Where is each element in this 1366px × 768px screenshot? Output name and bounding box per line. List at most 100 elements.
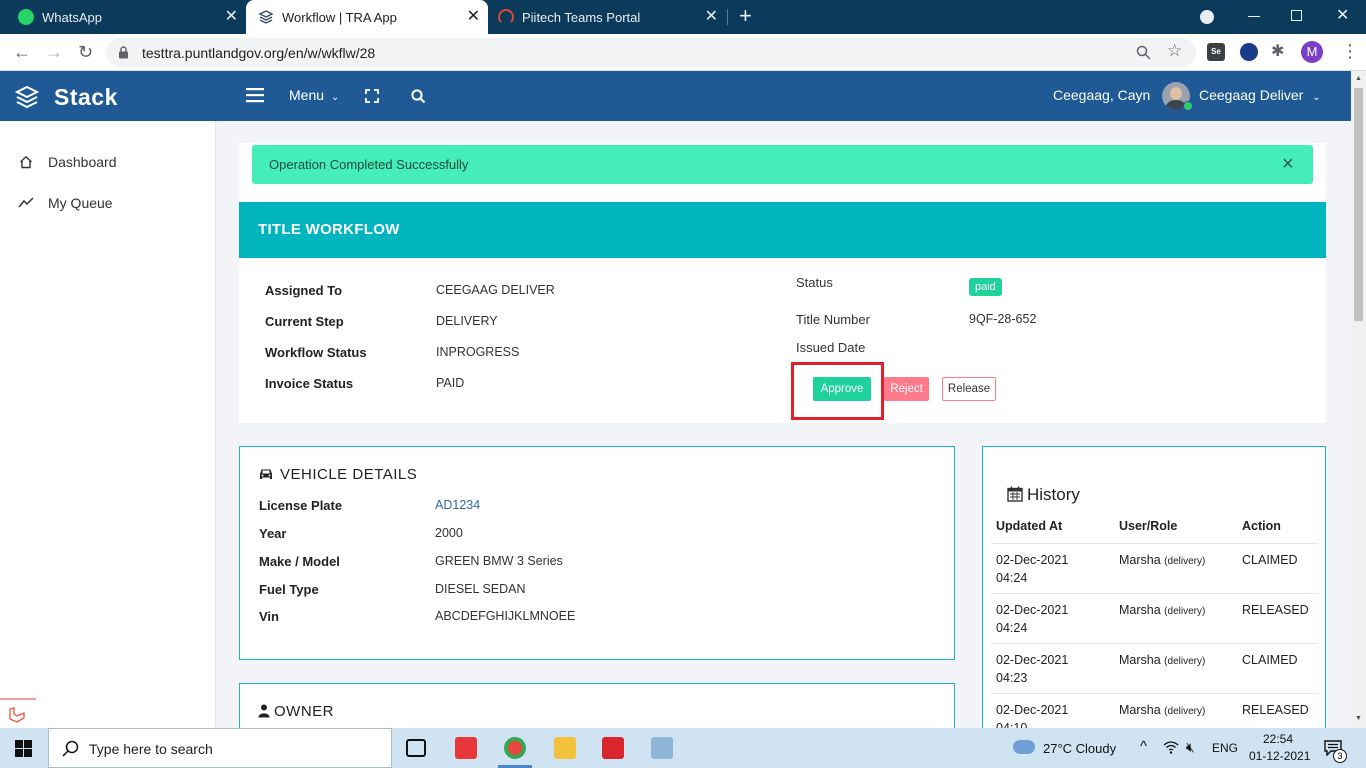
user-short-name[interactable]: Ceegaag, Cayn xyxy=(1053,87,1150,103)
search-icon xyxy=(62,740,79,757)
main-content: Operation Completed Successfully × TITLE… xyxy=(216,121,1351,728)
column-header[interactable]: User/Role xyxy=(1119,517,1177,535)
release-button[interactable]: Release xyxy=(942,377,996,401)
search-icon[interactable] xyxy=(411,89,426,104)
user-role-label: Ceegaag Deliver xyxy=(1199,87,1304,103)
history-user-role: (delivery) xyxy=(1164,606,1206,617)
reload-icon[interactable]: ↻ xyxy=(78,42,93,62)
close-icon[interactable]: ✕ xyxy=(705,9,718,25)
user-icon xyxy=(258,704,270,718)
history-panel: History Updated At User/Role Action 02-D… xyxy=(982,446,1326,728)
field-label: Workflow Status xyxy=(265,345,367,360)
history-time: 04:10 xyxy=(996,721,1028,728)
scroll-down-icon[interactable]: ▼ xyxy=(1355,715,1362,722)
address-bar[interactable]: testtra.puntlandgov.org/en/w/wkflw/28 ☆ xyxy=(106,38,1196,67)
wps-office-icon[interactable] xyxy=(602,737,624,759)
chevron-up-icon[interactable]: ^ xyxy=(1140,738,1147,755)
history-time: 04:23 xyxy=(996,671,1028,685)
taskbar-search-box[interactable]: Type here to search xyxy=(48,728,392,768)
status-label: Status xyxy=(796,275,833,290)
browser-tab-strip: WhatsApp ✕ Workflow | TRA App ✕ Piitech … xyxy=(0,0,1366,34)
window-close-icon[interactable]: ✕ xyxy=(1336,5,1349,25)
column-header[interactable]: Updated At xyxy=(996,517,1062,535)
weather-text[interactable]: 27°C Cloudy xyxy=(1043,741,1116,756)
lock-icon[interactable] xyxy=(118,46,129,59)
field-value: DELIVERY xyxy=(436,314,498,328)
owner-title: OWNER xyxy=(274,703,334,720)
extensions-puzzle-icon[interactable]: ✱ xyxy=(1271,43,1289,61)
user-role-dropdown[interactable]: Ceegaag Deliver ⌄ xyxy=(1199,87,1321,103)
reject-button[interactable]: Reject xyxy=(884,377,929,401)
star-icon[interactable]: ☆ xyxy=(1167,41,1182,61)
status-badge: paid xyxy=(969,278,1002,296)
sidebar: Dashboard My Queue xyxy=(0,121,216,728)
volume-muted-icon[interactable]: 🔇︎ xyxy=(1186,739,1195,756)
field-label: Current Step xyxy=(265,314,344,329)
clock-date[interactable]: 01-12-2021 xyxy=(1249,749,1310,763)
history-user: Marsha (delivery) xyxy=(1119,651,1205,671)
tab-piitech[interactable]: Piitech Teams Portal ✕ xyxy=(490,0,726,34)
chevron-down-icon: ⌄ xyxy=(1312,92,1321,103)
menu-dropdown[interactable]: Menu ⌄ xyxy=(289,87,339,103)
title-number-value: 9QF-28-652 xyxy=(969,312,1037,326)
history-user: Marsha (delivery) xyxy=(1119,601,1205,621)
chrome-icon[interactable] xyxy=(504,737,526,759)
new-tab-icon[interactable]: + xyxy=(739,5,752,27)
weather-cloud-icon[interactable] xyxy=(1013,740,1035,754)
history-action: CLAIMED xyxy=(1242,553,1298,567)
trend-icon xyxy=(18,197,34,208)
extension-se-icon[interactable]: Se xyxy=(1207,43,1225,61)
restore-icon[interactable] xyxy=(1291,10,1302,21)
clock-time[interactable]: 22:54 xyxy=(1263,732,1293,746)
tab-whatsapp[interactable]: WhatsApp ✕ xyxy=(0,0,246,34)
fullscreen-icon[interactable] xyxy=(365,89,379,103)
task-view-icon[interactable] xyxy=(406,739,426,757)
notepad-icon[interactable] xyxy=(651,737,673,759)
tab-workflow[interactable]: Workflow | TRA App ✕ xyxy=(246,0,488,34)
license-plate-link[interactable]: AD1234 xyxy=(435,498,480,512)
app-header: Stack Menu ⌄ Ceegaag, Cayn Ceegaag Deliv… xyxy=(0,71,1351,121)
close-icon[interactable]: ✕ xyxy=(467,9,480,25)
field-label: Fuel Type xyxy=(259,582,319,597)
history-user-role: (delivery) xyxy=(1164,556,1206,567)
history-action: CLAIMED xyxy=(1242,653,1298,667)
profile-avatar[interactable]: M xyxy=(1301,41,1323,63)
minimize-icon[interactable] xyxy=(1248,16,1260,17)
alert-message: Operation Completed Successfully xyxy=(269,157,469,172)
hamburger-icon[interactable] xyxy=(246,87,264,103)
network-icon[interactable] xyxy=(1163,741,1179,754)
tab-search-icon[interactable] xyxy=(1200,10,1214,24)
brand-name[interactable]: Stack xyxy=(54,84,118,111)
sidebar-item-my-queue[interactable]: My Queue xyxy=(18,193,113,213)
close-icon[interactable]: ✕ xyxy=(225,9,238,25)
laravel-debug-icon[interactable] xyxy=(0,698,36,728)
extension-shield-icon[interactable] xyxy=(1240,43,1258,61)
history-time: 04:24 xyxy=(996,621,1028,635)
forward-arrow-icon[interactable]: → xyxy=(45,42,63,62)
history-user-name: Marsha xyxy=(1119,653,1161,667)
browser-menu-icon[interactable]: ⋮ xyxy=(1341,41,1359,61)
anydesk-icon[interactable] xyxy=(455,737,477,759)
chevron-down-icon: ⌄ xyxy=(330,92,340,103)
scroll-up-icon[interactable]: ▲ xyxy=(1355,75,1362,82)
vehicle-details-title: VEHICLE DETAILS xyxy=(280,466,418,483)
column-header[interactable]: Action xyxy=(1242,517,1281,535)
file-explorer-icon[interactable] xyxy=(554,737,576,759)
tab-separator xyxy=(727,9,728,25)
back-arrow-icon[interactable]: ← xyxy=(13,42,31,62)
scrollbar-thumb[interactable] xyxy=(1354,88,1363,321)
alert-close-icon[interactable]: × xyxy=(1282,153,1294,176)
online-status-dot xyxy=(1183,101,1193,111)
language-indicator[interactable]: ENG xyxy=(1212,741,1238,755)
workflow-title: TITLE WORKFLOW xyxy=(258,221,400,238)
sidebar-item-dashboard[interactable]: Dashboard xyxy=(18,152,117,172)
page-scrollbar[interactable]: ▲ ▼ xyxy=(1351,71,1366,728)
field-label: Make / Model xyxy=(259,554,340,569)
windows-start-icon[interactable] xyxy=(15,740,32,757)
sidebar-item-label: Dashboard xyxy=(48,154,117,170)
zoom-icon[interactable] xyxy=(1136,45,1151,60)
approve-button[interactable]: Approve xyxy=(813,377,871,401)
history-user-role: (delivery) xyxy=(1164,706,1206,717)
history-date: 02-Dec-2021 xyxy=(996,703,1069,717)
tab-title: WhatsApp xyxy=(42,9,102,25)
